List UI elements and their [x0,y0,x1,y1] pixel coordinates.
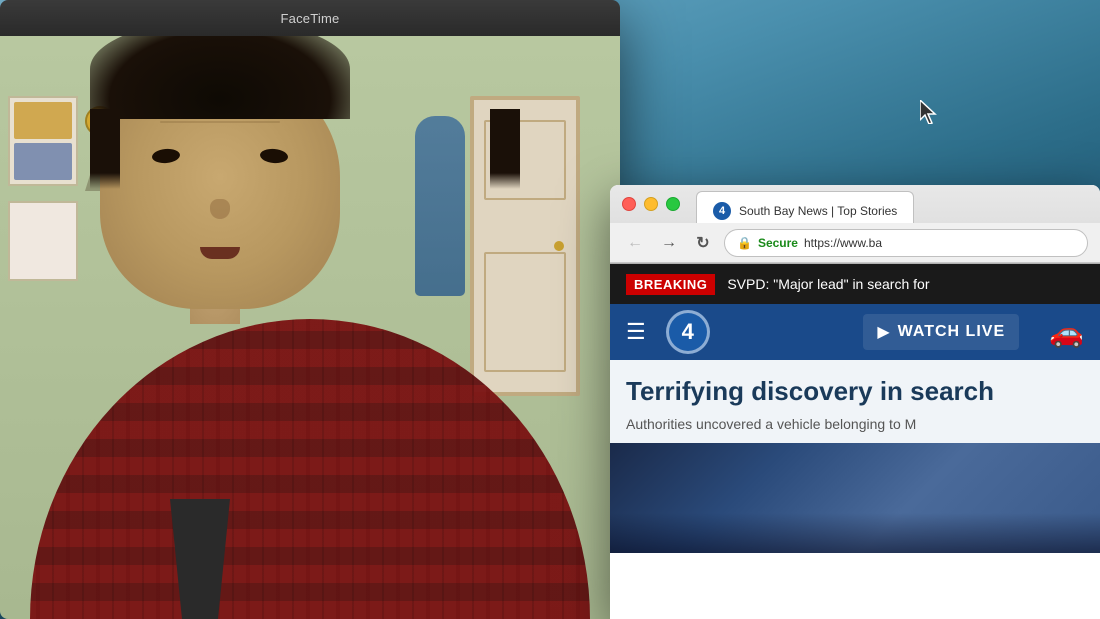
news-navbar: ☰ 4 ▶ WATCH LIVE 🚗 [610,304,1100,360]
door-knob [554,241,564,251]
tab-title: South Bay News | Top Stories [739,204,897,218]
address-bar-row: ← → ↻ 🔒 Secure https://www.ba [610,223,1100,263]
lock-icon: 🔒 [737,236,752,250]
breaking-news-banner: BREAKING SVPD: "Major lead" in search fo… [610,264,1100,304]
news-image [610,443,1100,553]
maximize-window-button[interactable] [666,197,680,211]
news-image-overlay [610,513,1100,553]
cursor-pointer [920,100,940,124]
news-main-content: Terrifying discovery in search Authoriti… [610,360,1100,443]
active-tab[interactable]: 4 South Bay News | Top Stories [696,191,914,223]
person-mouth [200,247,240,259]
secure-label: Secure [758,236,798,250]
person-hair-left [90,109,120,189]
back-button[interactable]: ← [622,230,648,256]
watch-live-button[interactable]: ▶ WATCH LIVE [863,314,1019,350]
browser-tabbar: 4 South Bay News | Top Stories [610,185,1100,223]
news-headline: Terrifying discovery in search [626,376,1084,407]
browser-window: 4 South Bay News | Top Stories ← → ↻ 🔒 S… [610,185,1100,619]
watch-live-label: WATCH LIVE [898,323,1005,341]
close-window-button[interactable] [622,197,636,211]
person-hair-top [90,36,350,119]
facetime-titlebar: FaceTime [0,0,620,36]
person-hair-right [490,109,520,189]
facetime-window: FaceTime [0,0,620,619]
play-icon: ▶ [877,322,889,342]
wall-poster-1 [8,96,78,186]
facetime-content [0,36,620,619]
forehead-line-2 [160,121,280,123]
forward-button[interactable]: → [656,230,682,256]
url-text: https://www.ba [804,236,882,250]
browser-chrome: 4 South Bay News | Top Stories ← → ↻ 🔒 S… [610,185,1100,264]
minimize-window-button[interactable] [644,197,658,211]
tab-favicon: 4 [713,202,731,220]
facetime-title: FaceTime [281,11,340,26]
news-subtext: Authorities uncovered a vehicle belongin… [626,415,1084,435]
car-icon: 🚗 [1049,316,1084,349]
hanging-jacket [415,116,465,296]
hamburger-menu-icon[interactable]: ☰ [626,319,646,345]
person-nose [210,199,230,219]
door-panel-bottom [484,252,566,372]
news-logo: 4 [666,310,710,354]
traffic-lights [622,197,680,211]
person-eye-left [151,148,180,164]
wall-poster-2 [8,201,78,281]
room-door [470,96,580,396]
person-eye-right [259,148,288,164]
browser-content: BREAKING SVPD: "Major lead" in search fo… [610,264,1100,553]
breaking-label: BREAKING [626,274,715,295]
refresh-button[interactable]: ↻ [690,230,716,256]
address-input[interactable]: 🔒 Secure https://www.ba [724,229,1088,257]
breaking-text: SVPD: "Major lead" in search for [727,276,929,292]
